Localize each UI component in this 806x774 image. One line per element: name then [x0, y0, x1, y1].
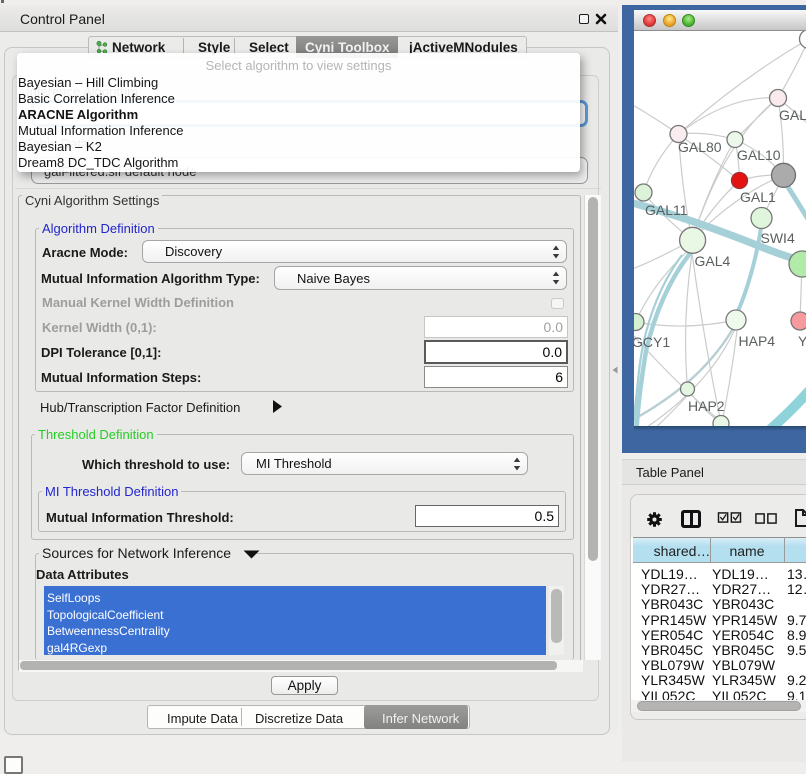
svg-text:SWI4: SWI4	[761, 230, 795, 246]
svg-text:GAL1: GAL1	[740, 189, 776, 205]
svg-text:GAL80: GAL80	[678, 139, 722, 155]
svg-text:Y: Y	[798, 333, 806, 349]
svg-text:HAP2: HAP2	[688, 398, 725, 414]
svg-text:GAL7: GAL7	[779, 107, 806, 123]
svg-text:GAL10: GAL10	[737, 147, 781, 163]
svg-text:GAL4: GAL4	[695, 253, 731, 269]
svg-text:GCY1: GCY1	[634, 334, 670, 350]
svg-text:GAL11: GAL11	[645, 202, 688, 218]
svg-text:HAP4: HAP4	[739, 333, 776, 349]
